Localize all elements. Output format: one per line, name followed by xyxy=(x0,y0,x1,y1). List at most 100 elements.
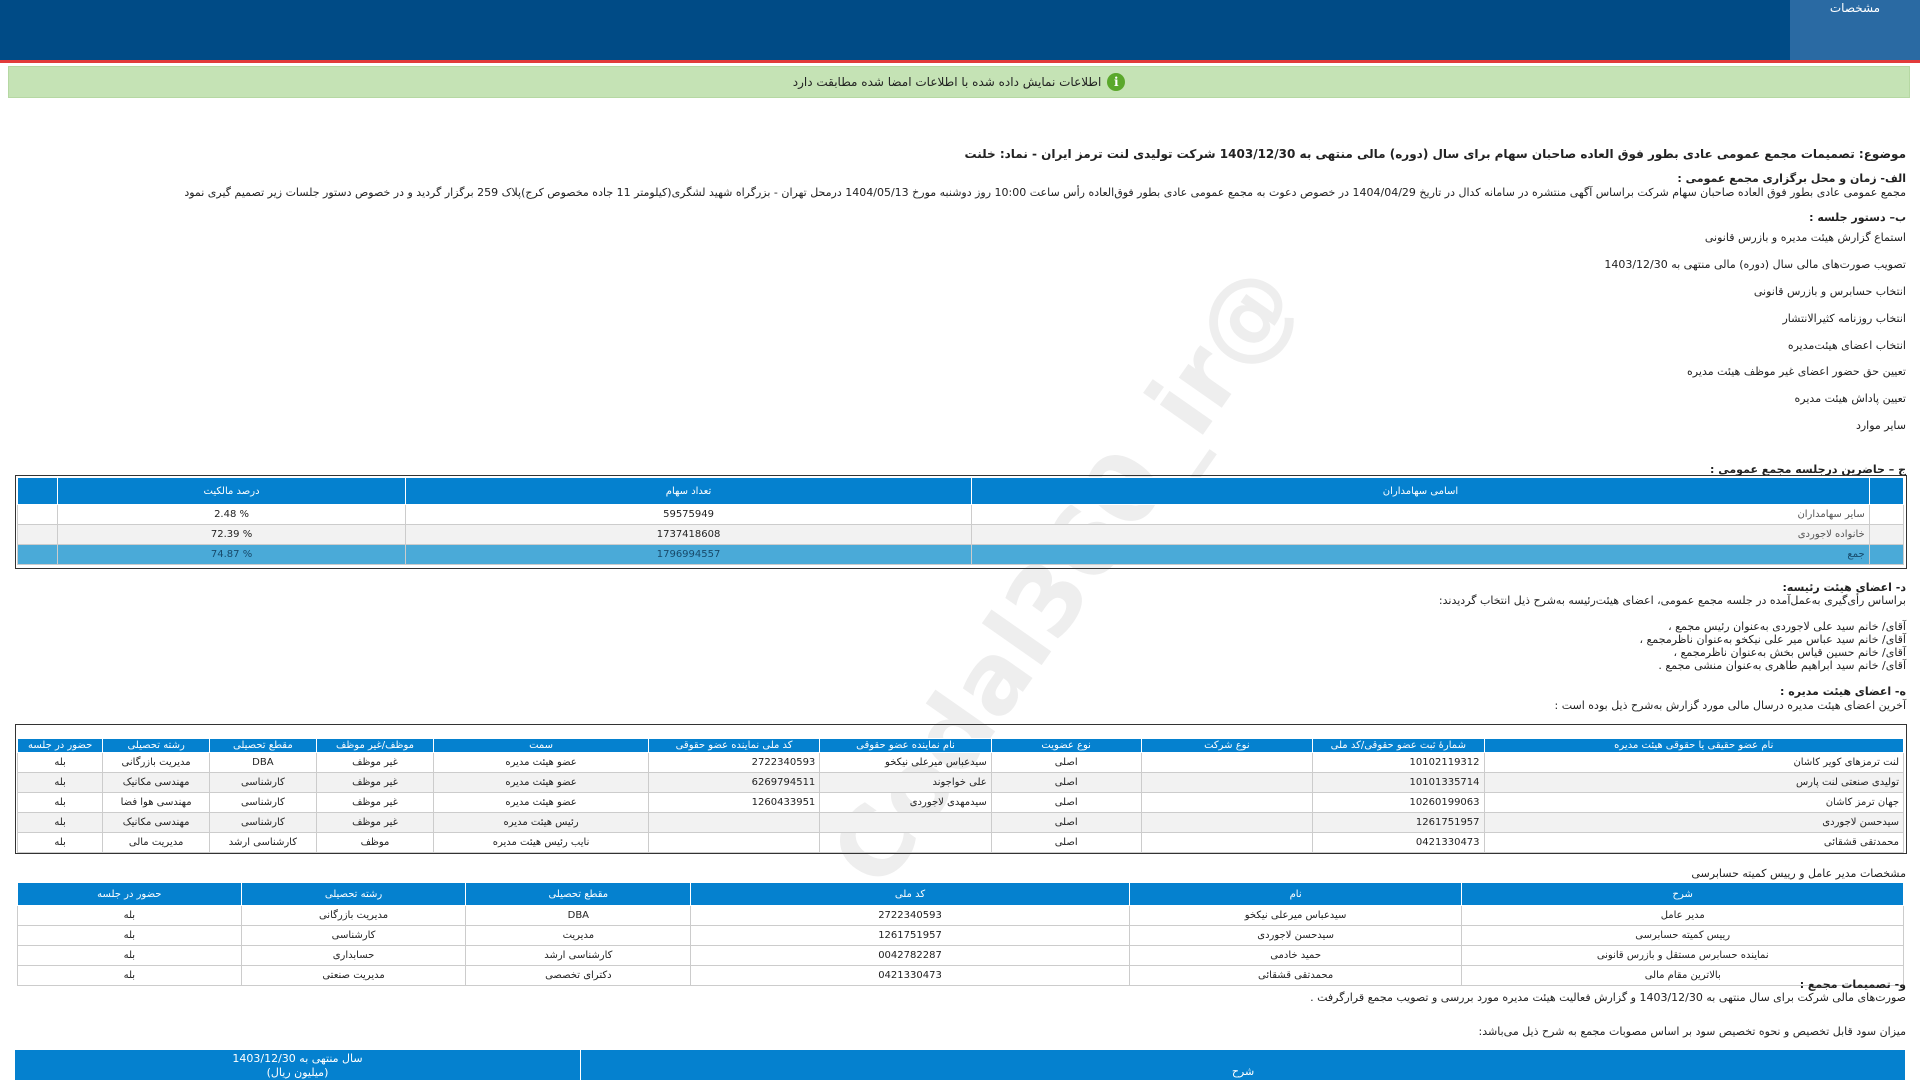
info-icon: i xyxy=(1107,73,1126,91)
attendance: بله xyxy=(16,772,104,793)
board-member-name: جهان ترمز کاشان xyxy=(1483,792,1905,813)
field: کارشناسی xyxy=(240,925,467,946)
page-title: موضوع: تصمیمات مجمع عمومی عادی بطور فوق … xyxy=(964,147,1907,161)
table-row: جهان ترمز کاشان 10260199063 اصلی سیدمهدی… xyxy=(16,792,1905,813)
company-type xyxy=(1140,812,1314,833)
attendance: بله xyxy=(16,832,104,853)
registration-id: 10260199063 xyxy=(1312,792,1485,813)
duty-status: غیر موظف xyxy=(315,772,435,793)
year-label: سال منتهی به 1403/12/30 xyxy=(232,1052,363,1065)
table-row: مدیر عامل سیدعباس میرعلی نیکخو 272234059… xyxy=(17,905,1904,926)
section-d-intro: براساس رأی‌گیری به‌عمل‌آمده در جلسه مجمع… xyxy=(1438,594,1906,607)
representative-id: 2722340593 xyxy=(647,752,821,773)
table-row: نماینده حسابرس مستقل و بازرس قانونی حمید… xyxy=(17,945,1904,966)
person-name: سیدحسن لاجوردی xyxy=(1128,925,1463,946)
degree: کارشناسی ارشد xyxy=(465,945,692,966)
ceo-table: شرح نام کد ملی مقطع تحصیلی رشته تحصیلی ح… xyxy=(17,882,1904,986)
section-f-body2: میزان سود قابل تخصیص و نحوه تخصیص سود بر… xyxy=(1478,1025,1906,1038)
person-name: سیدعباس میرعلی نیکخو xyxy=(1128,905,1463,926)
table-row: بالاترین مقام مالی محمدتقی قشقائی 042133… xyxy=(17,965,1904,986)
attendance: بله xyxy=(16,812,104,833)
degree: DBA xyxy=(465,905,692,926)
registration-id: 10102119312 xyxy=(1312,752,1485,773)
col-header: تعداد سهام xyxy=(404,477,973,505)
membership-type: اصلی xyxy=(990,772,1142,793)
table-row: رییس کمیته حسابرسی سیدحسن لاجوردی 126175… xyxy=(17,925,1904,946)
membership-type: اصلی xyxy=(990,752,1142,773)
col-header: نام xyxy=(1128,882,1463,906)
agenda-item: استماع گزارش هیئت مدیره و بازرس قانونی xyxy=(1704,231,1906,244)
section-e-heading: ه- اعضای هیئت مدیره : xyxy=(1780,685,1906,698)
representative-id xyxy=(647,832,821,853)
field: مدیریت بازرگانی xyxy=(102,752,210,773)
col-header: شرح xyxy=(1461,882,1904,906)
agenda-item: انتخاب اعضای هیئت‌مدیره xyxy=(1787,339,1906,352)
total-row: جمع 1796994557 % 74.87 xyxy=(16,544,1905,565)
col-header: رشته تحصیلی xyxy=(102,738,210,753)
membership-type: اصلی xyxy=(990,832,1142,853)
degree: مدیریت xyxy=(465,925,692,946)
board-member-name: تولیدی صنعتی لنت پارس xyxy=(1483,772,1905,793)
registration-id: 1261751957 xyxy=(1312,812,1485,833)
role: نماینده حسابرس مستقل و بازرس قانونی xyxy=(1461,945,1904,966)
field: حسابداری xyxy=(240,945,467,966)
share-count: 59575949 xyxy=(404,504,973,525)
share-count: 1737418608 xyxy=(404,524,973,545)
duty-status: غیر موظف xyxy=(315,752,435,773)
shareholder-name: سایر سهامداران xyxy=(971,504,1870,525)
profit-table-header: شرح سال منتهی به 1403/12/30 (میلیون ریال… xyxy=(15,1050,1905,1080)
representative-name: سیدمهدی لاجوردی xyxy=(819,792,992,813)
top-header-bar xyxy=(0,0,1920,63)
representative-name: سیدعباس میرعلی نیکخو xyxy=(819,752,992,773)
attendance: بله xyxy=(16,752,104,773)
section-a-heading: الف- زمان و محل برگزاری مجمع عمومی : xyxy=(1677,172,1906,185)
degree: کارشناسی xyxy=(208,812,317,833)
person-name: محمدتقی قشقائی xyxy=(1128,965,1463,986)
board-member-name: سیدحسن لاجوردی xyxy=(1483,812,1905,833)
tab-details[interactable]: مشخصات xyxy=(1790,0,1920,60)
table-row: سیدحسن لاجوردی 1261751957 اصلی رئیس هیئت… xyxy=(16,812,1905,833)
notice-text: اطلاعات نمایش داده شده با اطلاعات امضا ش… xyxy=(792,75,1102,89)
field: مهندسی هوا فضا xyxy=(102,792,210,813)
col-header: مقطع تحصیلی xyxy=(208,738,317,753)
section-e-intro: آخرین اعضای هیئت مدیره درسال مالی مورد گ… xyxy=(1554,699,1906,712)
ownership-percent: % 72.39 xyxy=(57,524,406,545)
col-header: شمارهٔ ثبت عضو حقوقی/کد ملی xyxy=(1312,738,1485,753)
attendance: بله xyxy=(17,945,242,966)
col-header: شرح xyxy=(580,1050,1905,1080)
col-header: رشته تحصیلی xyxy=(240,882,467,906)
shareholders-table: اسامی سهامداران تعداد سهام درصد مالکیت س… xyxy=(16,477,1905,565)
position: رئیس هیئت مدیره xyxy=(433,812,649,833)
col-header: درصد مالکیت xyxy=(57,477,406,505)
board-member-name: لنت ترمزهای کویر کاشان xyxy=(1483,752,1905,773)
section-a-body: مجمع عمومی عادی بطور فوق العاده صاحبان س… xyxy=(184,186,1906,199)
total-label: جمع xyxy=(971,544,1870,565)
col-header: سمت xyxy=(433,738,649,753)
membership-type: اصلی xyxy=(990,792,1142,813)
field: مهندسی مکانیک xyxy=(102,772,210,793)
attendance: بله xyxy=(17,905,242,926)
section-d-heading: د- اعضای هیئت رئیسه: xyxy=(1782,581,1906,594)
col-header: نوع شرکت xyxy=(1140,738,1314,753)
total-percent: % 74.87 xyxy=(57,544,406,565)
national-id: 0421330473 xyxy=(690,965,1130,986)
position: نایب رئیس هیئت مدیره xyxy=(433,832,649,853)
verification-notice: i اطلاعات نمایش داده شده با اطلاعات امضا… xyxy=(8,66,1910,98)
duty-status: غیر موظف xyxy=(315,792,435,813)
attendance: بله xyxy=(16,792,104,813)
role: مدیر عامل xyxy=(1461,905,1904,926)
company-type xyxy=(1140,772,1314,793)
total-shares: 1796994557 xyxy=(404,544,973,565)
agenda-item: انتخاب حسابرس و بازرس قانونی xyxy=(1753,285,1906,298)
section-b-heading: ب– دستور جلسه : xyxy=(1809,211,1906,224)
shareholder-name: خانواده لاجوردی xyxy=(971,524,1870,545)
representative-id xyxy=(647,812,821,833)
col-header: کد ملی xyxy=(690,882,1130,906)
presidium-member: آقای/ خانم سید علی لاجوردی به‌عنوان رئیس… xyxy=(1668,620,1906,633)
agenda-item: تصویب صورت‌های مالی سال (دوره) مالی منته… xyxy=(1604,258,1906,271)
board-table: نام عضو حقیقی یا حقوقی هیئت مدیره شمارهٔ… xyxy=(16,738,1905,853)
agenda-item: سایر موارد xyxy=(1855,419,1906,432)
table-row: لنت ترمزهای کویر کاشان 10102119312 اصلی … xyxy=(16,752,1905,773)
national-id: 2722340593 xyxy=(690,905,1130,926)
company-type xyxy=(1140,832,1314,853)
